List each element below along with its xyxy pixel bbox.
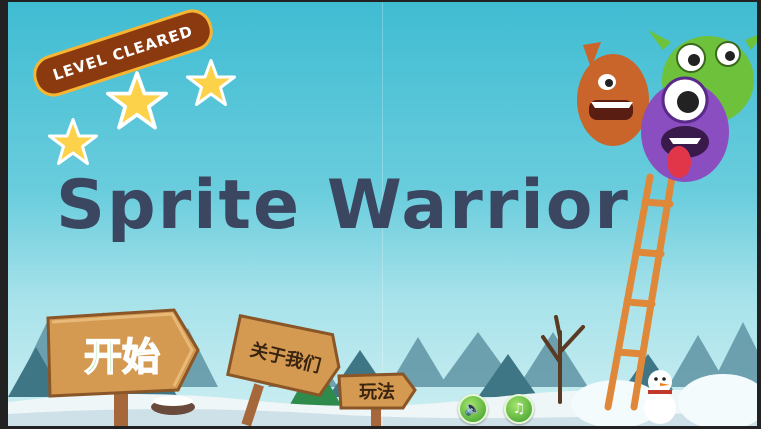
screenshot-frame: LEVEL CLEARED Sprite Warrior 开始 关于我们 玩法 … xyxy=(0,0,761,429)
snowman-icon xyxy=(644,370,676,424)
game-title: Sprite Warrior xyxy=(56,166,630,245)
monster-group xyxy=(577,30,757,182)
speaker-icon: 🔈 xyxy=(464,401,482,417)
start-button[interactable]: 开始 xyxy=(42,304,202,426)
music-note-icon: ♫ xyxy=(512,401,526,417)
star-icon xyxy=(106,71,168,130)
star-icon xyxy=(186,59,236,106)
about-us-button[interactable]: 关于我们 xyxy=(226,314,346,426)
orange-monster-icon xyxy=(577,42,649,146)
game-canvas: LEVEL CLEARED Sprite Warrior 开始 关于我们 玩法 … xyxy=(8,2,757,426)
sound-toggle-button[interactable]: 🔈 xyxy=(458,394,488,424)
how-to-play-label: 玩法 xyxy=(359,381,395,403)
start-label: 开始 xyxy=(84,335,160,379)
music-toggle-button[interactable]: ♫ xyxy=(504,394,534,424)
how-to-play-button[interactable]: 玩法 xyxy=(333,370,419,426)
star-icon xyxy=(48,118,98,165)
